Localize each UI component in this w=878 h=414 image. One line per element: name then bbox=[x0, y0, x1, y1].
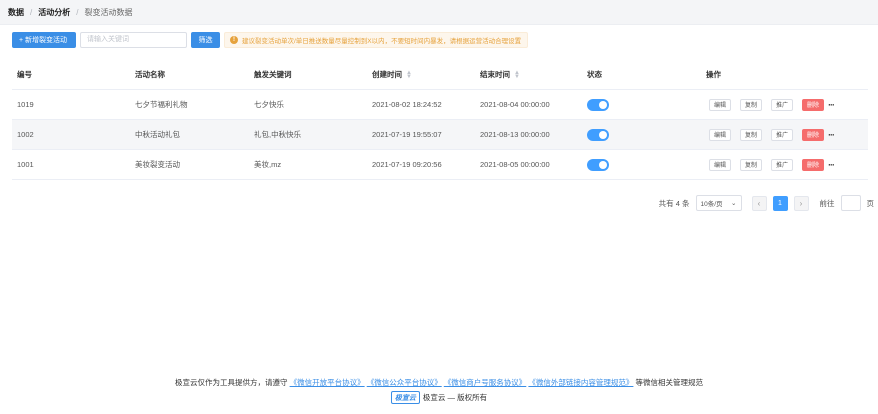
link-external-link-rules[interactable]: 《微信外部链接内容管理规范》 bbox=[528, 378, 633, 387]
filter-button[interactable]: 筛选 bbox=[191, 31, 220, 48]
next-page-button[interactable]: › bbox=[793, 195, 809, 211]
toolbar: + 新增裂变活动 筛选 ! 建议裂变活动单次/单日推送数量尽量控制到X以内，不要… bbox=[12, 31, 529, 48]
cell-id: 1019 bbox=[17, 100, 34, 109]
copyright-text: 极宣云 — 版权所有 bbox=[422, 393, 488, 402]
page-suffix: 页 bbox=[866, 198, 875, 208]
warning-icon: ! bbox=[230, 35, 238, 44]
delete-button[interactable]: 删除 bbox=[802, 128, 825, 141]
breadcrumb: 数据 / 活动分析 / 裂变活动数据 bbox=[0, 0, 878, 25]
cell-created: 2021-07-19 09:20:56 bbox=[372, 160, 442, 169]
promote-button[interactable]: 推广 bbox=[771, 98, 794, 111]
pagination: 共有 4 条 10条/页 ⌄ ‹ 1 › 前往 页 bbox=[659, 195, 874, 211]
warning-text: 建议裂变活动单次/单日推送数量尽量控制到X以内，不要短时间内暴发，请根据运营活动… bbox=[242, 37, 522, 45]
breadcrumb-item-data[interactable]: 数据 bbox=[8, 8, 24, 17]
copy-button[interactable]: 复制 bbox=[740, 158, 763, 171]
status-toggle[interactable] bbox=[587, 129, 609, 143]
breadcrumb-separator: / bbox=[30, 8, 33, 17]
row-actions: 编辑 复制 推广 删除 ··· bbox=[709, 98, 835, 111]
brand-logo: 极宣云 bbox=[390, 391, 420, 404]
warning-banner: ! 建议裂变活动单次/单日推送数量尽量控制到X以内，不要短时间内暴发，请根据运营… bbox=[224, 31, 529, 48]
chevron-down-icon: ⌄ bbox=[731, 200, 737, 207]
row-actions: 编辑 复制 推广 删除 ··· bbox=[709, 158, 835, 171]
cell-name: 美妆裂变活动 bbox=[135, 160, 180, 169]
header-name: 活动名称 bbox=[135, 70, 165, 79]
cell-name: 中秋活动礼包 bbox=[135, 130, 180, 139]
header-id: 编号 bbox=[17, 70, 32, 79]
cell-keyword: 礼包,中秋快乐 bbox=[254, 130, 302, 139]
table-row: 1001 美妆裂变活动 美妆,mz 2021-07-19 09:20:56 20… bbox=[12, 150, 868, 180]
goto-label: 前往 bbox=[819, 198, 835, 208]
breadcrumb-item-activity-analysis[interactable]: 活动分析 bbox=[38, 8, 70, 17]
header-status: 状态 bbox=[587, 70, 602, 79]
goto-page-input[interactable] bbox=[840, 195, 861, 211]
cell-id: 1002 bbox=[17, 130, 34, 139]
more-icon[interactable]: ··· bbox=[828, 100, 835, 110]
more-icon[interactable]: ··· bbox=[828, 130, 835, 140]
cell-id: 1001 bbox=[17, 160, 34, 169]
promote-button[interactable]: 推广 bbox=[771, 158, 794, 171]
copy-button[interactable]: 复制 bbox=[740, 98, 763, 111]
cell-keyword: 七夕快乐 bbox=[254, 100, 284, 109]
link-open-platform-agreement[interactable]: 《微信开放平台协议》 bbox=[290, 378, 365, 387]
more-icon[interactable]: ··· bbox=[828, 160, 835, 170]
copyright: 极宣云 极宣云 — 版权所有 bbox=[0, 391, 878, 404]
status-toggle[interactable] bbox=[587, 159, 609, 173]
add-fission-activity-button[interactable]: + 新增裂变活动 bbox=[12, 31, 76, 48]
sort-icon[interactable]: ▲ ▼ bbox=[406, 70, 412, 80]
row-actions: 编辑 复制 推广 删除 ··· bbox=[709, 128, 835, 141]
link-merchant-service-agreement[interactable]: 《微信商户号服务协议》 bbox=[444, 378, 527, 387]
promote-button[interactable]: 推广 bbox=[771, 128, 794, 141]
edit-button[interactable]: 编辑 bbox=[709, 158, 732, 171]
cell-keyword: 美妆,mz bbox=[254, 160, 282, 169]
page-number-current[interactable]: 1 bbox=[772, 195, 788, 211]
sort-icon[interactable]: ▲ ▼ bbox=[514, 70, 520, 80]
breadcrumb-item-current: 裂变活动数据 bbox=[84, 8, 133, 17]
cell-created: 2021-08-02 18:24:52 bbox=[372, 100, 442, 109]
table-row: 1019 七夕节福利礼物 七夕快乐 2021-08-02 18:24:52 20… bbox=[12, 90, 868, 120]
delete-button[interactable]: 删除 bbox=[802, 158, 825, 171]
cell-created: 2021-07-19 19:55:07 bbox=[372, 130, 442, 139]
table-row: 1002 中秋活动礼包 礼包,中秋快乐 2021-07-19 19:55:07 … bbox=[12, 120, 868, 150]
header-keyword: 触发关键词 bbox=[254, 70, 292, 79]
footer-suffix: 等微信相关管理规范 bbox=[635, 378, 703, 387]
cell-end: 2021-08-13 00:00:00 bbox=[480, 130, 550, 139]
header-actions: 操作 bbox=[706, 70, 721, 79]
footer-notice: 极宣云仅作为工具提供方，请遵守 《微信开放平台协议》 《微信公众平台协议》 《微… bbox=[0, 377, 878, 388]
copy-button[interactable]: 复制 bbox=[740, 128, 763, 141]
header-created[interactable]: 创建时间 ▲ ▼ bbox=[372, 69, 412, 80]
page-size-select[interactable]: 10条/页 ⌄ bbox=[695, 195, 742, 211]
edit-button[interactable]: 编辑 bbox=[709, 128, 732, 141]
total-count: 共有 4 条 bbox=[658, 198, 690, 208]
status-toggle[interactable] bbox=[587, 99, 609, 113]
activity-table: 编号 活动名称 触发关键词 创建时间 ▲ ▼ 结束时间 ▲ ▼ 状态 操作 1019 七… bbox=[12, 60, 868, 180]
keyword-search-input[interactable] bbox=[80, 31, 187, 48]
breadcrumb-separator: / bbox=[76, 8, 79, 17]
link-public-platform-agreement[interactable]: 《微信公众平台协议》 bbox=[367, 378, 442, 387]
delete-button[interactable]: 删除 bbox=[802, 98, 825, 111]
cell-end: 2021-08-04 00:00:00 bbox=[480, 100, 550, 109]
header-created-label: 创建时间 bbox=[372, 70, 402, 79]
header-end-label: 结束时间 bbox=[480, 70, 510, 79]
footer-prefix: 极宣云仅作为工具提供方，请遵守 bbox=[175, 378, 288, 387]
table-header: 编号 活动名称 触发关键词 创建时间 ▲ ▼ 结束时间 ▲ ▼ 状态 操作 bbox=[12, 60, 868, 90]
cell-name: 七夕节福利礼物 bbox=[135, 100, 188, 109]
edit-button[interactable]: 编辑 bbox=[709, 98, 732, 111]
page-size-value: 10条/页 bbox=[700, 201, 723, 208]
cell-end: 2021-08-05 00:00:00 bbox=[480, 160, 550, 169]
header-end[interactable]: 结束时间 ▲ ▼ bbox=[480, 69, 520, 80]
prev-page-button[interactable]: ‹ bbox=[751, 195, 767, 211]
